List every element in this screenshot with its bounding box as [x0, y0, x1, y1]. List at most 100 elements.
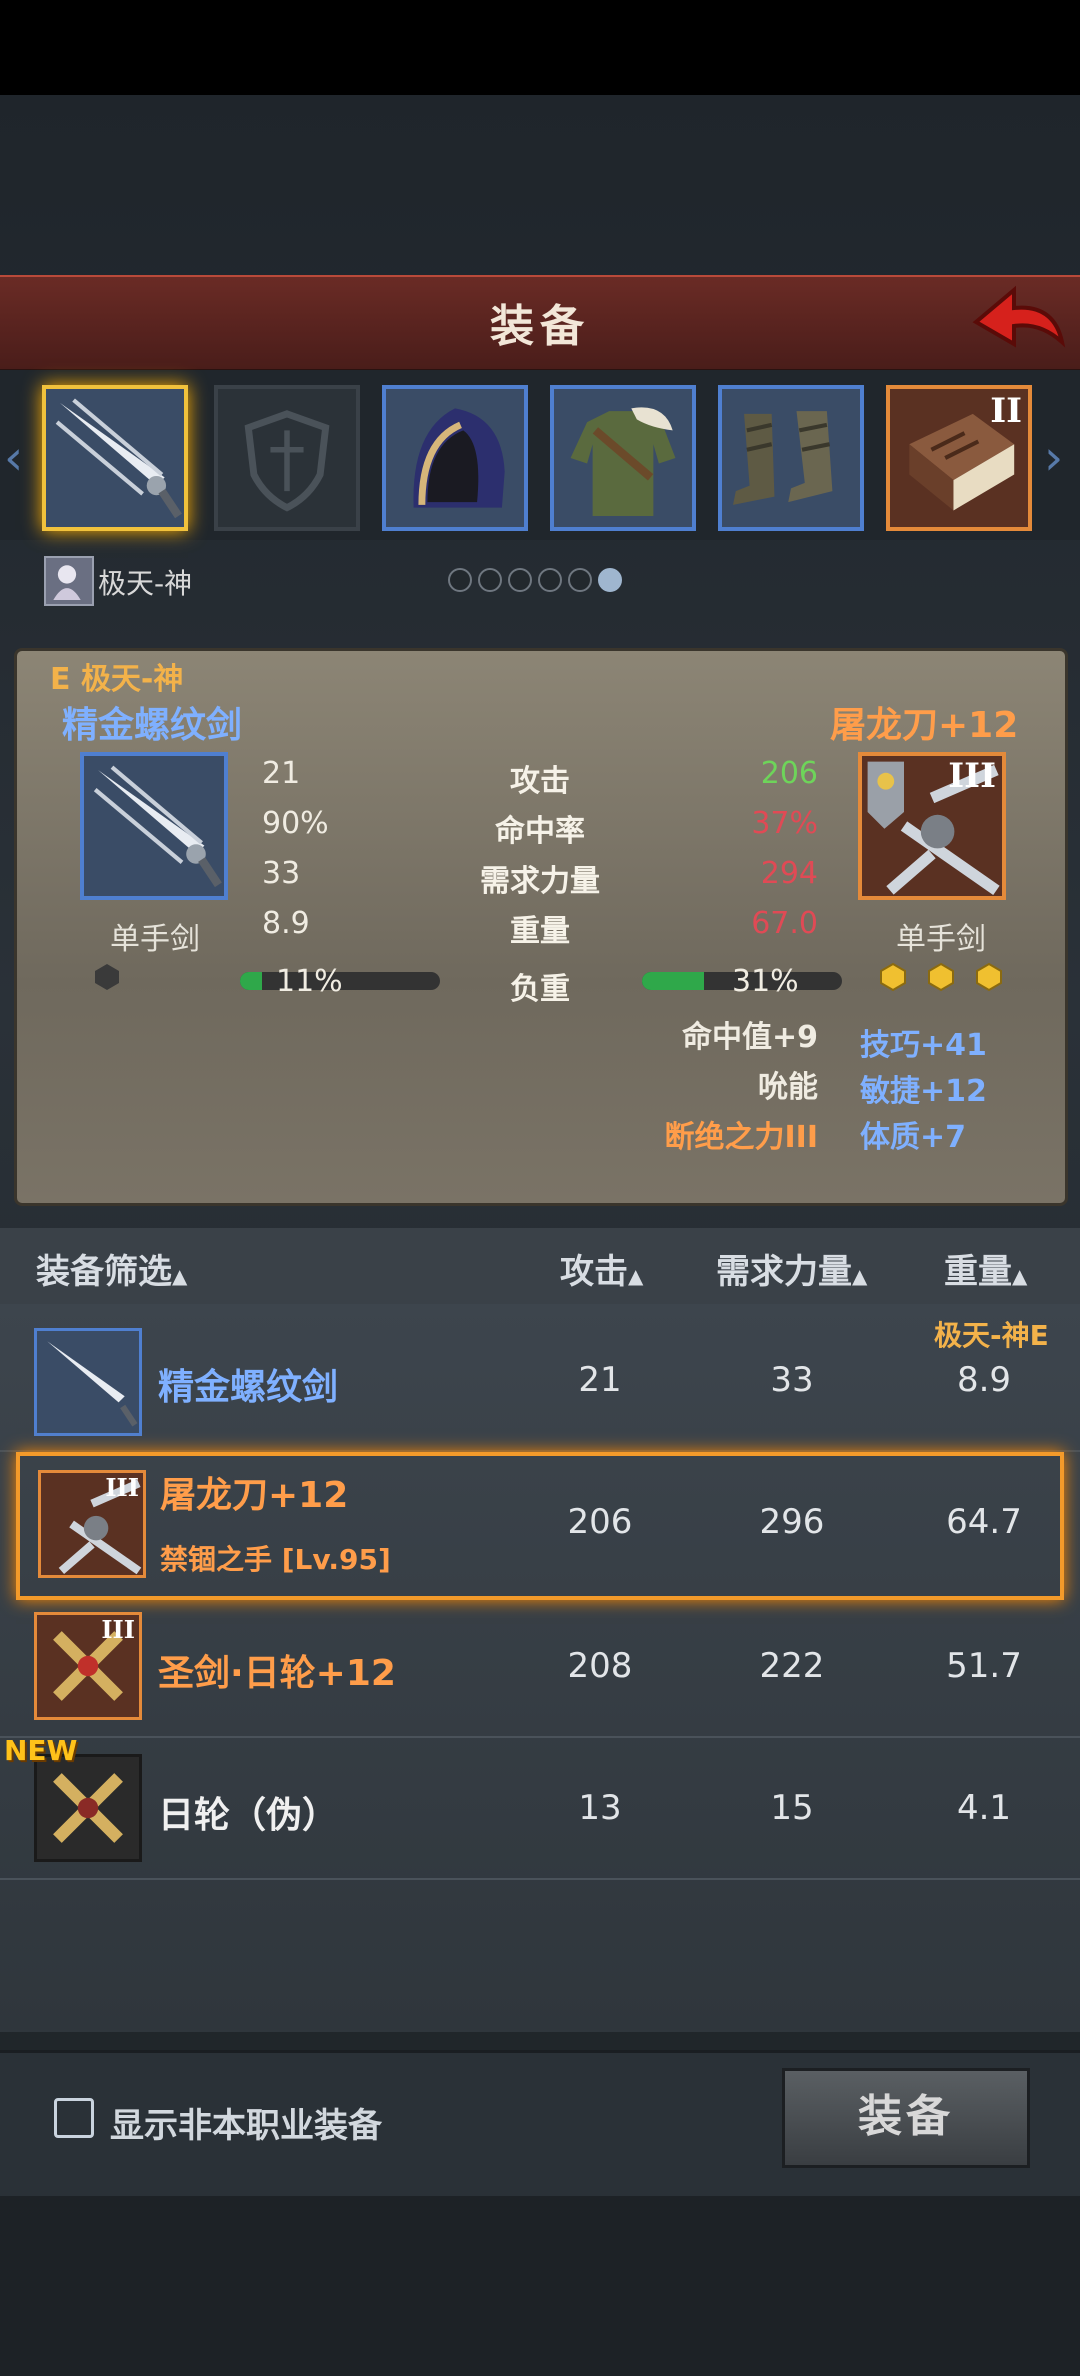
stat-right-attack: 206: [760, 756, 818, 791]
page-dot[interactable]: [478, 568, 502, 592]
sort-caret-icon: ▲: [628, 1264, 644, 1288]
slot-helmet[interactable]: [382, 385, 528, 531]
footer-area: [0, 2196, 1080, 2376]
str-label: 需求力量: [716, 1252, 852, 1292]
stat-right-str: 294: [760, 856, 818, 891]
tier-badge: III: [105, 1473, 139, 1502]
page-title: 装备: [490, 301, 590, 352]
item-attack: 21: [578, 1360, 622, 1400]
page-dot[interactable]: [508, 568, 532, 592]
item-attack: 13: [578, 1788, 622, 1828]
item-attack: 208: [567, 1646, 633, 1686]
item-str: 33: [770, 1360, 814, 1400]
item-name: 日轮（伪）: [158, 1795, 339, 1836]
item-name: 圣剑·日轮+12: [158, 1653, 396, 1694]
stat-right-weight: 67.0: [751, 906, 818, 941]
tier-badge: III: [948, 756, 996, 796]
item-icon: III: [34, 1612, 142, 1720]
item-name: 精金螺纹剑: [158, 1367, 339, 1408]
bonus-right-2: 体质+7: [860, 1120, 967, 1155]
page-dot[interactable]: [448, 568, 472, 592]
page-dot[interactable]: [538, 568, 562, 592]
load-label: 负重: [510, 972, 570, 1007]
attack-header[interactable]: 攻击▲: [560, 1244, 643, 1293]
left-item-name: 精金螺纹剑: [62, 705, 243, 746]
filter-label: 装备筛选: [36, 1252, 172, 1292]
stat-right-hit: 37%: [751, 806, 818, 841]
sort-caret-icon: ▲: [1012, 1264, 1028, 1288]
equip-button[interactable]: 装备: [782, 2068, 1030, 2168]
gem-socket-icon: [928, 962, 954, 992]
slot-armor[interactable]: [550, 385, 696, 531]
stat-left-weight: 8.9: [262, 906, 310, 941]
list-row[interactable]: III 圣剑·日轮+12 208 222 51.7: [0, 1596, 1080, 1738]
tunic-icon: [554, 389, 692, 527]
tier-badge: II: [990, 391, 1022, 431]
bonus-right-0: 技巧+41: [860, 1028, 987, 1063]
page-dot[interactable]: [568, 568, 592, 592]
next-arrow-icon[interactable]: ›: [1044, 430, 1063, 486]
back-arrow-icon: [972, 285, 1066, 348]
show-other-class-checkbox[interactable]: [54, 2098, 94, 2138]
item-icon: [34, 1328, 142, 1436]
list-row[interactable]: 精金螺纹剑 21 33 8.9: [0, 1310, 1080, 1452]
filter-header[interactable]: 装备筛选▲: [36, 1244, 187, 1293]
sort-caret-icon: ▲: [172, 1264, 188, 1288]
avatar: [44, 556, 94, 606]
stat-left-hit: 90%: [262, 806, 329, 841]
stat-label-hit: 命中率: [495, 814, 585, 849]
list-row[interactable]: NEW 日轮（伪） 13 15 4.1: [0, 1734, 1080, 1880]
owner-label: E 极天-神: [50, 662, 184, 697]
stat-label-str: 需求力量: [480, 864, 600, 899]
bonus-left-1: 吮能: [758, 1070, 818, 1105]
str-header[interactable]: 需求力量▲: [716, 1244, 867, 1293]
list-row-selected[interactable]: III 屠龙刀+12 禁锢之手 [Lv.95] 206 296 64.7: [16, 1452, 1064, 1600]
left-item-icon: [80, 752, 228, 900]
weight-label: 重量: [944, 1252, 1012, 1292]
item-icon: [34, 1754, 142, 1862]
load-left: 11%: [276, 964, 343, 999]
status-bar-area: [0, 0, 1080, 95]
slot-weapon[interactable]: [42, 385, 188, 531]
hood-icon: [386, 389, 524, 527]
item-str: 15: [770, 1788, 814, 1828]
sun-sword-icon: [37, 1757, 139, 1859]
slot-boots[interactable]: [718, 385, 864, 531]
page-dot-active[interactable]: [598, 568, 622, 592]
prev-arrow-icon[interactable]: ‹: [4, 430, 23, 486]
boots-icon: [722, 389, 860, 527]
item-weight: 8.9: [956, 1360, 1012, 1400]
load-right: 31%: [732, 964, 799, 999]
stat-label-attack: 攻击: [510, 764, 570, 799]
new-badge: NEW: [4, 1734, 78, 1767]
gem-socket-icon: [880, 962, 906, 992]
weight-header[interactable]: 重量▲: [944, 1244, 1027, 1293]
item-name: 屠龙刀+12: [160, 1475, 349, 1516]
character-name: 极天-神: [98, 567, 193, 600]
right-item-type: 单手剑: [896, 922, 986, 957]
shield-icon: [244, 410, 330, 512]
portrait-icon: [53, 565, 81, 600]
item-owner: 禁锢之手 [Lv.95]: [160, 1543, 391, 1576]
item-weight: 64.7: [946, 1502, 1022, 1542]
empty-socket-icon: [95, 964, 119, 990]
item-weight: 51.7: [946, 1646, 1022, 1686]
right-item-icon: III: [858, 752, 1006, 900]
sort-caret-icon: ▲: [852, 1264, 868, 1288]
back-button[interactable]: [968, 282, 1068, 356]
item-str: 222: [759, 1646, 825, 1686]
item-str: 296: [759, 1502, 825, 1542]
checkbox-label: 显示非本职业装备: [110, 2106, 382, 2146]
item-icon: III: [38, 1470, 146, 1578]
item-weight: 4.1: [956, 1788, 1012, 1828]
slot-shield-empty[interactable]: [214, 385, 360, 531]
attack-label: 攻击: [560, 1252, 628, 1292]
stat-left-attack: 21: [262, 756, 301, 791]
bonus-left-0: 命中值+9: [681, 1020, 818, 1055]
slot-tome[interactable]: II: [886, 385, 1032, 531]
sword-icon: [46, 389, 184, 527]
gem-socket-icon: [976, 962, 1002, 992]
bonus-right-1: 敏捷+12: [860, 1074, 987, 1109]
tier-badge: III: [101, 1615, 135, 1644]
stat-label-weight: 重量: [510, 914, 570, 949]
